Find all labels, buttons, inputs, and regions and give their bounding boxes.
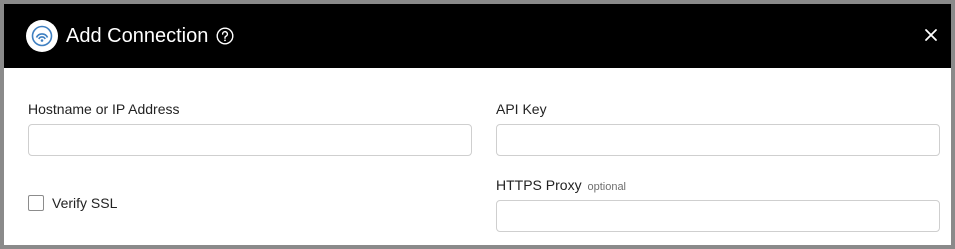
- https-proxy-label: HTTPS Proxy: [496, 177, 582, 193]
- hostname-label: Hostname or IP Address: [28, 101, 180, 117]
- verify-ssl-label[interactable]: Verify SSL: [52, 194, 117, 212]
- verify-ssl-checkbox[interactable]: [28, 195, 44, 211]
- api-key-field[interactable]: [496, 124, 940, 156]
- close-icon[interactable]: [922, 26, 940, 44]
- question-circle-icon[interactable]: [216, 27, 234, 45]
- https-proxy-label-row: HTTPS Proxy optional: [496, 176, 626, 196]
- api-key-label: API Key: [496, 101, 547, 117]
- hostname-field[interactable]: [28, 124, 472, 156]
- dialog-header: Add Connection: [4, 4, 951, 68]
- dialog-title: Add Connection: [66, 25, 209, 47]
- connection-logo-icon: [26, 20, 58, 52]
- add-connection-dialog: Add Connection Hostname or IP Address AP…: [4, 4, 951, 245]
- optional-hint: optional: [587, 181, 627, 193]
- https-proxy-field[interactable]: [496, 200, 940, 232]
